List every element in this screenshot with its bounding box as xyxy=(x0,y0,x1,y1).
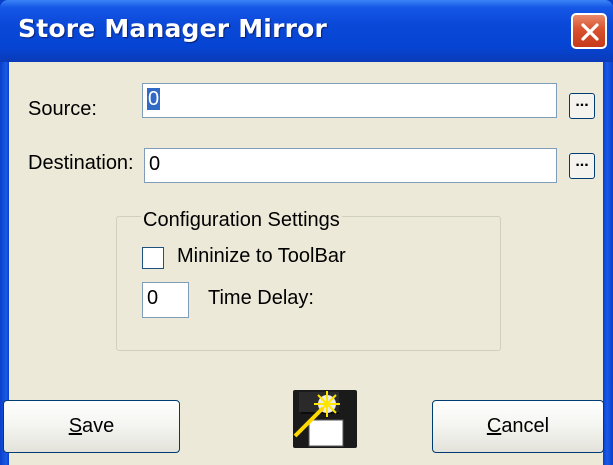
source-input[interactable]: 0 xyxy=(142,83,557,118)
minimize-label[interactable]: Mininize to ToolBar xyxy=(177,245,346,268)
minimize-checkbox[interactable] xyxy=(142,247,164,269)
title-bar[interactable]: Store Manager Mirror xyxy=(0,0,613,62)
close-button[interactable] xyxy=(571,13,607,49)
source-browse-button[interactable]: ... xyxy=(569,93,595,119)
time-delay-value: 0 xyxy=(147,287,159,309)
app-window: Store Manager Mirror Source: 0 ... Desti… xyxy=(0,0,613,465)
save-button[interactable]: Save xyxy=(3,400,180,453)
save-accel-key: S xyxy=(68,415,83,437)
time-delay-label: Time Delay: xyxy=(208,287,314,309)
destination-browse-button[interactable]: ... xyxy=(569,153,595,179)
source-input-value: 0 xyxy=(147,88,161,110)
destination-input-value: 0 xyxy=(149,153,161,175)
floppy-disk-icon-graphic xyxy=(293,390,357,448)
floppy-disk-icon[interactable] xyxy=(291,388,361,455)
source-label: Source: xyxy=(28,98,97,120)
cancel-label-rest: ancel xyxy=(501,415,550,437)
window-border-right xyxy=(603,62,613,465)
cancel-button[interactable]: Cancel xyxy=(432,400,604,453)
cancel-accel-key: C xyxy=(486,415,502,437)
destination-label: Destination: xyxy=(28,152,134,174)
close-icon xyxy=(581,23,599,41)
save-label-rest: ave xyxy=(82,415,115,437)
destination-input[interactable]: 0 xyxy=(144,148,557,183)
window-title: Store Manager Mirror xyxy=(18,14,328,43)
time-delay-input[interactable]: 0 xyxy=(142,282,189,318)
configuration-group-title: Configuration Settings xyxy=(141,209,342,232)
